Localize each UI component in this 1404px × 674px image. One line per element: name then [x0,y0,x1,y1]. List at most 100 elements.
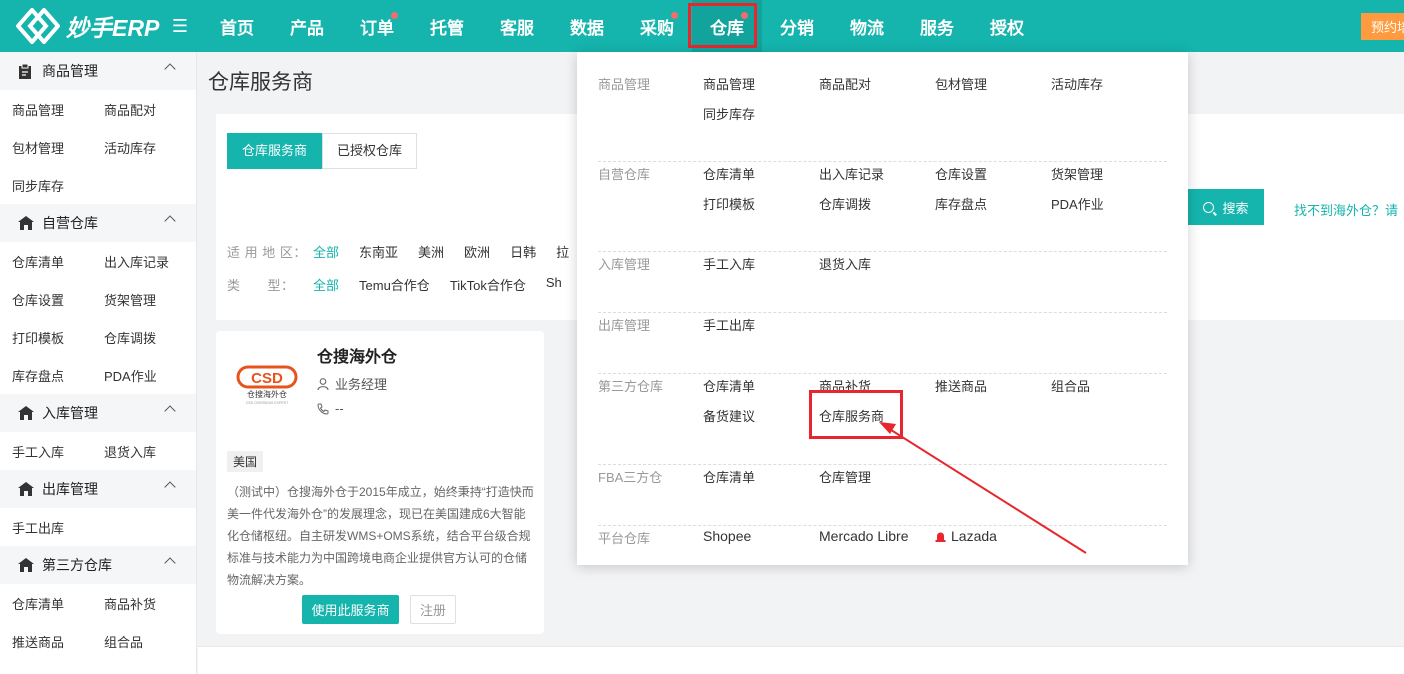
dropdown-item[interactable]: 仓库管理 [819,467,935,497]
nav-item-6[interactable]: 采购 [622,0,692,52]
filter-option[interactable]: Temu合作仓 [359,275,430,294]
provider-manager: 业务经理 [317,374,387,393]
sidebar-item[interactable]: 仓库调拨 [92,328,184,347]
sidebar-item[interactable]: 仓库清单 [0,594,92,613]
dropdown-item[interactable]: 仓库设置 [935,164,1051,194]
dropdown-section-label: 自营仓库 [598,167,651,182]
filter-option[interactable]: 东南亚 [359,242,398,261]
dropdown-item[interactable]: 商品补货 [819,376,935,406]
filter-option[interactable]: 拉 [556,242,569,261]
nav-item-0[interactable]: 首页 [202,0,272,52]
sidebar-item[interactable]: 退货入库 [92,442,184,461]
menu-toggle-icon[interactable]: ☰ [164,16,196,37]
dropdown-item[interactable]: Lazada [935,528,1051,558]
chevron-up-icon[interactable] [164,63,176,75]
dropdown-item[interactable]: 组合品 [1051,376,1167,406]
dropdown-item[interactable]: 库存盘点 [935,194,1051,224]
chevron-up-icon[interactable] [164,481,176,493]
dropdown-item[interactable]: 手工入库 [703,254,819,284]
dropdown-item[interactable]: 打印模板 [703,194,819,224]
search-button[interactable]: 搜索 [1188,189,1264,225]
filter-option[interactable]: TikTok合作仓 [450,275,526,294]
sidebar-item[interactable]: 商品管理 [0,100,92,119]
chevron-up-icon[interactable] [164,215,176,227]
nav-item-9[interactable]: 物流 [832,0,902,52]
sidebar-row: 仓库清单 出入库记录 [0,242,196,280]
register-button[interactable]: 注册 [410,595,456,624]
logo-diamond-icon [15,6,61,46]
nav-item-11[interactable]: 授权 [972,0,1042,52]
dropdown-item[interactable]: 商品管理 [703,74,819,104]
use-provider-button[interactable]: 使用此服务商 [302,595,399,624]
dropdown-item[interactable]: 货架管理 [1051,164,1167,194]
nav-item-3[interactable]: 托管 [412,0,482,52]
dropdown-item[interactable]: 退货入库 [819,254,935,284]
nav-item-4[interactable]: 客服 [482,0,552,52]
dropdown-item[interactable]: 包材管理 [935,74,1051,104]
tab-authorized-warehouses[interactable]: 已授权仓库 [322,133,418,169]
provider-phone: -- [317,401,344,416]
filter-option[interactable]: 全部 [313,242,339,261]
clipboard-icon [18,63,34,79]
sidebar-group-0[interactable]: 商品管理 [0,52,196,90]
house-icon [18,482,34,496]
dropdown-item[interactable]: 同步库存 [703,104,819,134]
nav-item-10[interactable]: 服务 [902,0,972,52]
reserve-training-button[interactable]: 预约培训 [1361,13,1404,40]
sidebar-item[interactable]: 同步库存 [0,176,92,195]
dropdown-item[interactable]: 仓库调拨 [819,194,935,224]
sidebar-item[interactable]: PDA作业 [92,366,184,385]
dropdown-item[interactable]: PDA作业 [1051,194,1167,224]
filter-option[interactable]: Sh [546,275,562,294]
dropdown-item[interactable]: 备货建议 [703,406,819,436]
dropdown-item[interactable]: 商品配对 [819,74,935,104]
filter-option[interactable]: 美洲 [418,242,444,261]
nav-item-2[interactable]: 订单 [342,0,412,52]
sidebar-group-3[interactable]: 出库管理 [0,470,196,508]
filter-option[interactable]: 日韩 [510,242,536,261]
sidebar-item[interactable]: 商品配对 [92,100,184,119]
sidebar-item[interactable]: 手工入库 [0,442,92,461]
chevron-up-icon[interactable] [164,405,176,417]
sidebar-item[interactable]: 组合品 [92,632,184,651]
logo[interactable]: 妙手ERP [0,6,170,46]
filter-option[interactable]: 全部 [313,275,339,294]
sidebar-item[interactable]: 仓库清单 [0,252,92,271]
dropdown-section-0: 商品管理 商品管理 商品配对 包材管理 活动库存 同步库存 [598,74,1167,162]
sidebar-item[interactable]: 库存盘点 [0,366,92,385]
dropdown-item[interactable]: 仓库清单 [703,467,819,497]
dropdown-item[interactable]: Shopee [703,528,819,558]
notfound-link[interactable]: 找不到海外仓？请 [1294,200,1398,219]
sidebar-item[interactable]: 打印模板 [0,328,92,347]
nav-item-label: 托管 [430,18,464,38]
filter-option[interactable]: 欧洲 [464,242,490,261]
dropdown-item[interactable]: 手工出库 [703,315,819,345]
sidebar-group-2[interactable]: 入库管理 [0,394,196,432]
dropdown-item[interactable]: 活动库存 [1051,74,1167,104]
sidebar-row: 推送商品 组合品 [0,622,196,660]
sidebar-item[interactable]: 手工出库 [0,518,92,537]
nav-item-7[interactable]: 仓库 [692,0,762,52]
sidebar-group-title: 出库管理 [42,481,98,497]
sidebar-group-1[interactable]: 自营仓库 [0,204,196,242]
nav-item-8[interactable]: 分销 [762,0,832,52]
dropdown-item[interactable]: 推送商品 [935,376,1051,406]
dropdown-item[interactable]: Mercado Libre [819,528,935,558]
dropdown-section-5: FBA三方仓 仓库清单 仓库管理 [598,467,1167,526]
sidebar-item[interactable]: 出入库记录 [92,252,184,271]
tab-warehouse-providers[interactable]: 仓库服务商 [227,133,323,169]
dropdown-item[interactable]: 仓库服务商 [819,406,935,436]
sidebar-item[interactable]: 货架管理 [92,290,184,309]
sidebar-item[interactable]: 仓库设置 [0,290,92,309]
dropdown-item[interactable]: 仓库清单 [703,164,819,194]
sidebar-item[interactable]: 商品补货 [92,594,184,613]
dropdown-item[interactable]: 仓库清单 [703,376,819,406]
nav-item-1[interactable]: 产品 [272,0,342,52]
sidebar-item[interactable]: 推送商品 [0,632,92,651]
nav-item-5[interactable]: 数据 [552,0,622,52]
chevron-up-icon[interactable] [164,557,176,569]
sidebar-group-4[interactable]: 第三方仓库 [0,546,196,584]
sidebar-item[interactable]: 包材管理 [0,138,92,157]
sidebar-item[interactable]: 活动库存 [92,138,184,157]
dropdown-item[interactable]: 出入库记录 [819,164,935,194]
